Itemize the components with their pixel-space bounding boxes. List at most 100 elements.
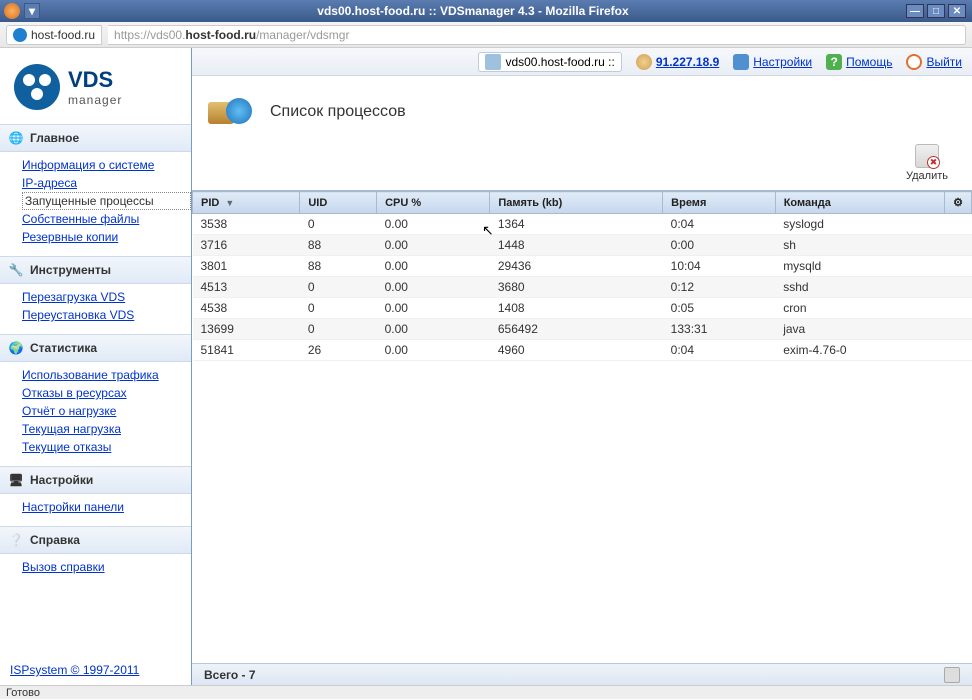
cell-pid: 13699 (193, 319, 300, 340)
cell-cpu: 0.00 (377, 256, 490, 277)
nav-group-help[interactable]: ❔Справка (0, 526, 191, 554)
col-header[interactable]: CPU % (377, 192, 490, 214)
nav-group-stats[interactable]: 🌍Статистика (0, 334, 191, 362)
delete-icon (915, 144, 939, 168)
nav-item[interactable]: Настройки панели (22, 498, 191, 516)
cell-cmd: sh (775, 235, 944, 256)
minimize-button[interactable]: — (906, 4, 924, 18)
cell-uid: 0 (300, 319, 377, 340)
cell-mem: 4960 (490, 340, 663, 361)
cell-mem: 1364 (490, 214, 663, 235)
nav-group-tools[interactable]: 🔧Инструменты (0, 256, 191, 284)
col-header[interactable]: PID▼ (193, 192, 300, 214)
cell-uid: 0 (300, 214, 377, 235)
logo: VDS manager (0, 48, 191, 124)
cell-uid: 88 (300, 256, 377, 277)
cell-uid: 26 (300, 340, 377, 361)
col-config-icon[interactable]: ⚙ (945, 192, 972, 214)
host-chip: vds00.host-food.ru :: (478, 52, 621, 72)
help-link[interactable]: ? Помощь (826, 54, 892, 70)
page-icon (208, 92, 258, 132)
nav-item[interactable]: Вызов справки (22, 558, 191, 576)
cell-mem: 656492 (490, 319, 663, 340)
help-icon: ❔ (8, 532, 24, 548)
col-header[interactable]: Время (663, 192, 776, 214)
cell-pid: 3801 (193, 256, 300, 277)
app-menu-dropdown[interactable]: ▾ (24, 3, 40, 19)
table-row[interactable]: 451300.0036800:12sshd (193, 277, 972, 298)
total-label: Всего - 7 (204, 664, 256, 686)
close-button[interactable]: ✕ (948, 4, 966, 18)
maximize-button[interactable]: □ (927, 4, 945, 18)
stats-icon: 🌍 (8, 340, 24, 356)
cell-mem: 29436 (490, 256, 663, 277)
cell-pid: 51841 (193, 340, 300, 361)
col-header[interactable]: Команда (775, 192, 944, 214)
cell-time: 0:04 (663, 214, 776, 235)
settings-link[interactable]: Настройки (733, 54, 812, 70)
table-row[interactable]: 3801880.002943610:04mysqld (193, 256, 972, 277)
tools-icon: 🔧 (8, 262, 24, 278)
nav-item[interactable]: Текущая нагрузка (22, 420, 191, 438)
cell-cmd: java (775, 319, 944, 340)
cell-pid: 3538 (193, 214, 300, 235)
sort-desc-icon: ▼ (225, 198, 234, 208)
footer-config-icon[interactable] (944, 667, 960, 683)
table-row[interactable]: 3716880.0014480:00sh (193, 235, 972, 256)
cell-cmd: exim-4.76-0 (775, 340, 944, 361)
server-icon (485, 54, 501, 70)
cell-uid: 0 (300, 277, 377, 298)
nav-item[interactable]: Использование трафика (22, 366, 191, 384)
user-icon (636, 54, 652, 70)
process-table: PID▼UIDCPU %Память (kb)ВремяКоманда⚙ 353… (192, 191, 972, 361)
nav-item[interactable]: Резервные копии (22, 228, 191, 246)
cell-cmd: sshd (775, 277, 944, 298)
cell-time: 0:04 (663, 340, 776, 361)
short-domain: host-food.ru (31, 28, 95, 42)
url-bar[interactable]: https://vds00.host-food.ru/manager/vdsmg… (108, 25, 966, 45)
exit-link[interactable]: Выйти (906, 54, 962, 70)
nav-item[interactable]: Собственные файлы (22, 210, 191, 228)
nav-item[interactable]: Запущенные процессы (22, 192, 191, 210)
favicon-icon (13, 28, 27, 42)
gear-icon (733, 54, 749, 70)
table-row[interactable]: 453800.0014080:05cron (193, 298, 972, 319)
table-row[interactable]: 51841260.0049600:04exim-4.76-0 (193, 340, 972, 361)
cell-uid: 0 (300, 298, 377, 319)
cell-mem: 1448 (490, 235, 663, 256)
nav-group-settings[interactable]: 🖥Настройки (0, 466, 191, 494)
nav-item[interactable]: Переустановка VDS (22, 306, 191, 324)
settings-icon: 🖥 (8, 472, 24, 488)
col-header[interactable]: UID (300, 192, 377, 214)
nav-item[interactable]: Текущие отказы (22, 438, 191, 456)
cell-cpu: 0.00 (377, 319, 490, 340)
cell-cpu: 0.00 (377, 214, 490, 235)
col-header[interactable]: Память (kb) (490, 192, 663, 214)
table-row[interactable]: 353800.0013640:04syslogd (193, 214, 972, 235)
cell-mem: 1408 (490, 298, 663, 319)
cell-pid: 4538 (193, 298, 300, 319)
nav-item[interactable]: Отказы в ресурсах (22, 384, 191, 402)
delete-button[interactable]: Удалить (900, 142, 954, 184)
nav-item[interactable]: Отчёт о нагрузке (22, 402, 191, 420)
cell-mem: 3680 (490, 277, 663, 298)
cell-pid: 4513 (193, 277, 300, 298)
cell-cpu: 0.00 (377, 340, 490, 361)
logo-icon (14, 64, 60, 110)
site-identity[interactable]: host-food.ru (6, 25, 102, 45)
nav-group-main[interactable]: 🌐Главное (0, 124, 191, 152)
nav-item[interactable]: Перезагрузка VDS (22, 288, 191, 306)
window-title: vds00.host-food.ru :: VDSmanager 4.3 - M… (40, 4, 906, 18)
power-icon (906, 54, 922, 70)
ip-link[interactable]: 91.227.18.9 (636, 54, 719, 70)
browser-status: Готово (0, 685, 972, 699)
cell-pid: 3716 (193, 235, 300, 256)
cell-cpu: 0.00 (377, 277, 490, 298)
nav-item[interactable]: IP-адреса (22, 174, 191, 192)
cell-cmd: cron (775, 298, 944, 319)
nav-item[interactable]: Информация о системе (22, 156, 191, 174)
page-title: Список процессов (270, 103, 406, 121)
cell-cpu: 0.00 (377, 298, 490, 319)
copyright-link[interactable]: ISPsystem © 1997-2011 (10, 663, 139, 677)
table-row[interactable]: 1369900.00656492133:31java (193, 319, 972, 340)
